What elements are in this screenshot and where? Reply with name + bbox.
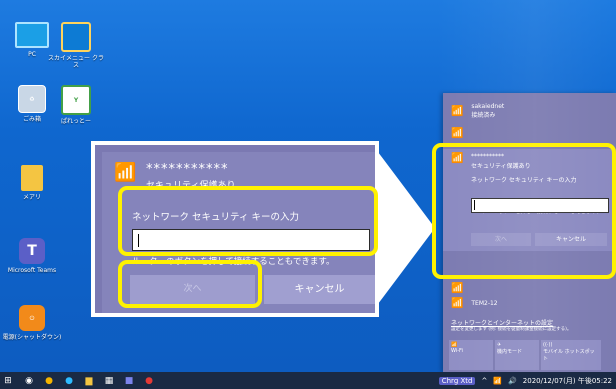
chevron-up-icon[interactable]: ^: [481, 377, 487, 385]
volume-icon[interactable]: 🔊: [508, 377, 517, 385]
tile-wifi[interactable]: 📶 Wi-Fi: [449, 340, 493, 370]
tile-label: 機内モード: [497, 349, 523, 355]
wifi-icon: 📶: [451, 153, 464, 164]
tile-label: Wi-Fi: [451, 348, 463, 354]
selected-security: セキュリティ保護あり: [471, 163, 531, 170]
wifi-icon: 📶: [451, 283, 464, 294]
callout-pointer: [375, 148, 435, 308]
text-cursor: [474, 200, 475, 210]
file-explorer-icon[interactable]: ▆: [82, 372, 96, 389]
selected-ssid: ***********: [471, 153, 504, 160]
wifi-tray-icon[interactable]: 📶: [493, 377, 502, 385]
desktop-icon-folder[interactable]: メアリ: [2, 165, 62, 201]
chrome-icon[interactable]: ●: [42, 372, 56, 389]
desktop-icon-label: 電源(シャットダウン): [2, 334, 62, 341]
system-tray: Chrg Xtd ^ 📶 🔊 2020/12/07(月) 午後05:22: [438, 372, 612, 389]
store-icon[interactable]: ▦: [102, 372, 116, 389]
wifi-icon: 📶: [451, 105, 464, 117]
teams-taskbar-icon[interactable]: ■: [122, 372, 136, 389]
network-item-tem2[interactable]: 📶 TEM2-12: [451, 298, 498, 309]
teams-icon: T: [19, 238, 45, 264]
tile-hotspot[interactable]: ((·)) モバイル ホットスポット: [541, 340, 601, 370]
desktop-icon-sky-menu[interactable]: スカイメニュー クラス: [46, 22, 106, 69]
network-item-hidden[interactable]: 📶: [451, 128, 469, 139]
taskbar: ⊞ ◉ ● ● ▆ ▦ ■ ● Chrg Xtd ^ 📶 🔊 2020/12/0…: [0, 372, 616, 389]
wifi-tile-icon: 📶: [451, 342, 458, 348]
windows-start-icon[interactable]: ⊞: [0, 372, 16, 389]
network-status: 接続済み: [471, 112, 496, 119]
selected-hint: ルーターのボタンを押して接続することもできます。: [471, 209, 603, 215]
network-settings-sub: 設定を変更します (例: 接続を従量制課金接続に設定する)。: [451, 327, 572, 332]
tile-label: モバイル ホットスポット: [543, 349, 595, 362]
ime-indicator[interactable]: Chrg Xtd: [438, 376, 476, 385]
desktop: PC スカイメニュー クラス ♻ ごみ箱 Y ぱれっとー メアリ T Micro…: [0, 0, 616, 372]
desktop-icon-green-app[interactable]: Y ぱれっとー: [46, 85, 106, 125]
tile-airplane[interactable]: ✈ 機内モード: [495, 340, 539, 370]
sky-menu-icon: [61, 22, 91, 52]
network-item-sakaiednet[interactable]: 📶 sakaiednet 接続済み: [451, 103, 504, 119]
pc-icon: [15, 22, 49, 48]
security-key-input-small[interactable]: [471, 198, 609, 213]
cancel-button-small[interactable]: キャンセル: [535, 233, 607, 246]
wifi-secure-icon: 📶: [114, 162, 137, 183]
highlight-flyout-section: [432, 143, 616, 279]
wifi-icon: 📶: [451, 298, 464, 309]
green-app-icon: Y: [61, 85, 91, 115]
network-name: sakaiednet: [471, 103, 505, 110]
desktop-icon-label: スカイメニュー クラス: [48, 55, 104, 69]
hotspot-icon: ((·)): [543, 342, 553, 348]
desktop-icon-teams[interactable]: T Microsoft Teams: [2, 238, 62, 274]
wifi-icon: 📶: [451, 128, 464, 139]
highlight-next-button: [118, 260, 262, 308]
wifi-flyout: 📶 sakaiednet 接続済み 📶 📶 *********** セキュリティ…: [443, 93, 616, 372]
clock[interactable]: 2020/12/07(月) 午後05:22: [523, 376, 612, 386]
network-ssid: ***********: [146, 162, 229, 177]
desktop-icon-power[interactable]: ⏻ 電源(シャットダウン): [2, 305, 62, 341]
desktop-icon-label: ぱれっとー: [60, 118, 91, 125]
folder-icon: [21, 165, 43, 191]
search-icon[interactable]: ◉: [22, 372, 36, 389]
desktop-icon-label: メアリ: [22, 194, 41, 201]
selected-network-section: 📶 *********** セキュリティ保護あり ネットワーク セキュリティ キ…: [443, 149, 616, 251]
edge-icon[interactable]: ●: [62, 372, 76, 389]
highlight-key-input: [118, 186, 378, 256]
desktop-icon-label: Microsoft Teams: [7, 267, 57, 274]
network-item-hidden-2[interactable]: 📶: [451, 283, 469, 294]
airplane-icon: ✈: [497, 342, 502, 348]
power-icon: ⏻: [19, 305, 45, 331]
app-taskbar-icon[interactable]: ●: [142, 372, 156, 389]
network-name: TEM2-12: [471, 300, 498, 307]
network-settings-link[interactable]: ネットワークとインターネットの設定: [451, 318, 553, 327]
cancel-button[interactable]: キャンセル: [264, 275, 375, 304]
selected-prompt: ネットワーク セキュリティ キーの入力: [471, 177, 577, 184]
recycle-bin-icon: ♻: [18, 85, 46, 113]
next-button-small[interactable]: 次へ: [471, 233, 531, 246]
